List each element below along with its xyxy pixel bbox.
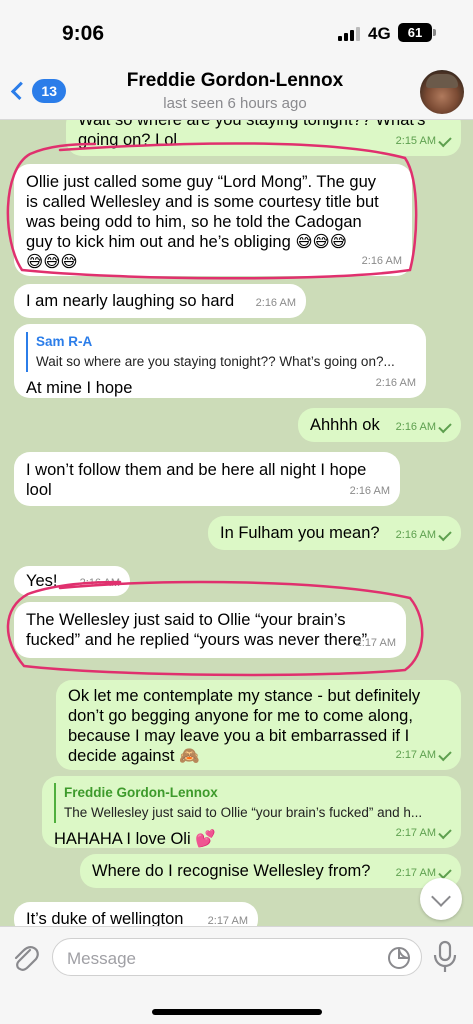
message-meta: 2:17 AM (395, 823, 452, 843)
reply-author: Freddie Gordon-Lennox (64, 785, 218, 800)
chevron-left-icon (10, 81, 30, 101)
message-bubble-incoming[interactable]: Ollie just called some guy “Lord Mong”. … (14, 164, 412, 276)
reply-snippet: The Wellesley just said to Ollie “your b… (64, 805, 423, 820)
reply-quote[interactable]: Freddie Gordon-Lennox The Wellesley just… (54, 783, 449, 823)
message-bubble-incoming[interactable]: Sam R-A Wait so where are you staying to… (14, 324, 426, 398)
back-button[interactable]: 13 (8, 76, 66, 106)
message-text: Wait so where are you staying tonight?? … (78, 120, 426, 149)
reply-snippet: Wait so where are you staying tonight?? … (36, 354, 395, 369)
last-seen-status: last seen 6 hours ago (163, 95, 307, 112)
message-text: At mine I hope (26, 379, 133, 397)
read-check-icon (438, 527, 452, 541)
read-check-icon (438, 133, 452, 147)
message-time: 2:16 AM (361, 255, 402, 267)
message-time: 2:16 AM (395, 421, 436, 433)
message-bubble-outgoing[interactable]: In Fulham you mean? 2:16 AM (208, 516, 461, 550)
read-check-icon (438, 747, 452, 761)
network-label: 4G (368, 24, 391, 43)
message-time: 2:16 AM (255, 297, 296, 309)
message-meta: 2:15 AM (395, 131, 452, 151)
message-bubble-outgoing[interactable]: Ahhhh ok 2:16 AM (298, 408, 461, 442)
signal-icon (338, 25, 360, 41)
message-bubble-outgoing[interactable]: Where do I recognise Wellesley from? 2:1… (80, 854, 461, 888)
message-bubble-incoming[interactable]: The Wellesley just said to Ollie “your b… (14, 602, 406, 658)
unread-count-badge: 13 (32, 79, 66, 103)
message-meta: 2:16 AM (350, 481, 390, 501)
contact-avatar[interactable] (420, 70, 464, 114)
message-bubble-outgoing[interactable]: Freddie Gordon-Lennox The Wellesley just… (42, 776, 461, 848)
message-text: Ollie just called some guy “Lord Mong”. … (26, 173, 379, 271)
chat-header: 13 Freddie Gordon-Lennox last seen 6 hou… (0, 64, 473, 120)
message-placeholder: Message (67, 949, 136, 968)
message-text: The Wellesley just said to Ollie “your b… (26, 611, 368, 649)
message-meta: 2:17 AM (208, 911, 248, 926)
status-time: 9:06 (62, 22, 105, 45)
message-bubble-outgoing[interactable]: Wait so where are you staying tonight?? … (66, 120, 461, 156)
message-time: 2:17 AM (395, 827, 436, 839)
message-bubble-incoming[interactable]: Yes! 2:16 AM (14, 566, 130, 596)
message-text: I won’t follow them and be here all nigh… (26, 461, 367, 499)
reply-quote[interactable]: Sam R-A Wait so where are you staying to… (26, 332, 414, 372)
message-meta: 2:16 AM (256, 293, 296, 313)
message-bubble-incoming[interactable]: I am nearly laughing so hard 2:16 AM (14, 284, 306, 318)
battery-icon: 61 (398, 23, 436, 42)
message-time: 2:16 AM (79, 577, 120, 589)
message-time: 2:17 AM (207, 915, 248, 926)
message-meta: 2:16 AM (395, 417, 452, 437)
paperclip-icon[interactable] (10, 941, 40, 975)
microphone-icon[interactable] (432, 940, 458, 974)
message-meta: 2:16 AM (376, 373, 416, 393)
message-time: 2:16 AM (395, 529, 436, 541)
message-input-bar: Message (0, 926, 473, 1024)
message-text: HAHAHA I love Oli 💕 (54, 830, 216, 848)
sticker-icon[interactable] (387, 946, 411, 970)
message-meta: 2:17 AM (356, 633, 396, 653)
scroll-to-bottom-button[interactable] (420, 878, 462, 920)
message-text: I am nearly laughing so hard (26, 292, 235, 310)
contact-name[interactable]: Freddie Gordon-Lennox (100, 70, 370, 92)
message-time: 2:17 AM (355, 637, 396, 649)
message-time: 2:16 AM (375, 377, 416, 389)
message-bubble-incoming[interactable]: I won’t follow them and be here all nigh… (14, 452, 400, 506)
status-bar: 9:06 4G 61 (0, 0, 473, 64)
reply-author: Sam R-A (36, 334, 93, 349)
message-bubble-incoming[interactable]: It’s duke of wellington 2:17 AM (14, 902, 258, 926)
read-check-icon (438, 865, 452, 879)
message-meta: 2:16 AM (395, 525, 452, 545)
message-bubble-outgoing[interactable]: Ok let me contemplate my stance - but de… (56, 680, 461, 770)
message-time: 2:17 AM (395, 749, 436, 761)
message-meta: 2:16 AM (362, 251, 402, 271)
message-text: Ok let me contemplate my stance - but de… (68, 687, 421, 765)
message-meta: 2:16 AM (80, 573, 120, 593)
read-check-icon (438, 825, 452, 839)
message-input[interactable]: Message (52, 938, 422, 976)
read-check-icon (438, 419, 452, 433)
message-meta: 2:17 AM (395, 745, 452, 765)
message-time: 2:16 AM (349, 485, 390, 497)
home-indicator (152, 1009, 322, 1015)
message-list[interactable]: Wait so where are you staying tonight?? … (0, 120, 473, 926)
message-time: 2:15 AM (395, 135, 436, 147)
